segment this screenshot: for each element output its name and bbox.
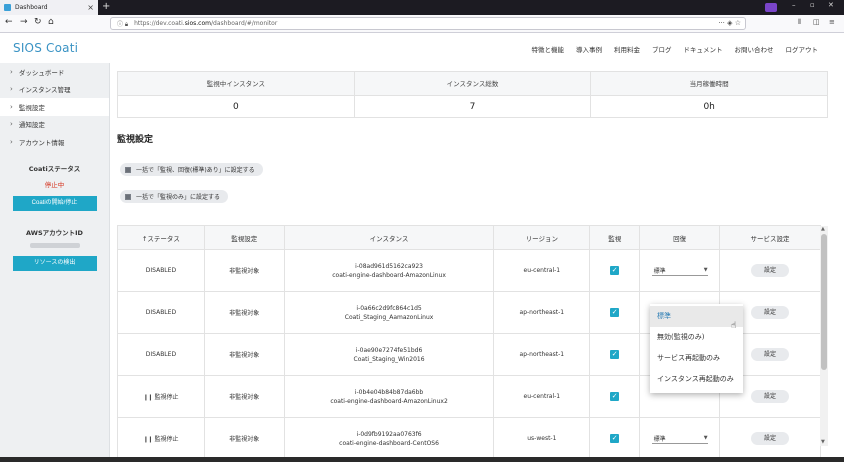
profile-icon[interactable] <box>765 3 777 12</box>
bulk-monitor-recover-button[interactable]: 一括で「監視、回復(標準)あり」に設定する <box>120 163 263 176</box>
library-icon[interactable]: ⫴ <box>798 18 801 27</box>
sidebar-item-dashboard[interactable]: › ダッシュボード <box>0 63 109 81</box>
nav-contact[interactable]: お問い合わせ <box>735 44 774 54</box>
col-instance: インスタンス <box>283 225 495 250</box>
sidebar-item-account[interactable]: › アカウント情報 <box>0 133 109 151</box>
total-count: 7 <box>469 102 476 112</box>
bulk-monitor-only-button[interactable]: 一括で「監視のみ」に設定する <box>120 190 229 203</box>
new-tab-icon[interactable]: + <box>102 1 110 12</box>
summary-panel: 監視中インスタンス 0 インスタンス総数 7 当月稼働時間 0h <box>117 71 828 118</box>
col-status[interactable]: ↑ステータス <box>117 225 205 250</box>
monitor-checkbox[interactable]: ✓ <box>610 350 620 359</box>
status-title: Coatiステータス <box>28 164 81 173</box>
reload-icon[interactable]: ↻ <box>34 17 42 27</box>
service-setting-button[interactable]: 設定 <box>751 390 790 403</box>
forward-icon[interactable]: → <box>20 17 28 27</box>
option-instance-restart[interactable]: インスタンス再起動のみ <box>650 369 743 390</box>
monitor-checkbox[interactable]: ✓ <box>610 266 620 275</box>
chevron-right-icon: › <box>10 102 13 111</box>
hours-value: 0h <box>703 102 715 112</box>
aws-account: AWSアカウントID リソースの検出 <box>0 227 109 271</box>
maximize-icon[interactable]: ▫ <box>810 1 815 9</box>
section-title: 監視設定 <box>117 135 154 145</box>
browser-tab-bar: Dashboard × + – ▫ ✕ <box>0 0 844 15</box>
pause-icon: ❙❙ <box>143 394 153 401</box>
option-service-restart[interactable]: サービス再起動のみ <box>650 348 743 369</box>
nav-blog[interactable]: ブログ <box>652 44 672 54</box>
sidebar: › ダッシュボード › インスタンス管理 › 監視設定 › 通知設定 › アカウント情報 … <box>0 63 110 457</box>
service-setting-button[interactable]: 設定 <box>751 432 790 445</box>
service-setting-button[interactable]: 設定 <box>751 348 790 361</box>
pause-icon: ❙❙ <box>143 436 153 443</box>
taskbar <box>0 457 844 462</box>
checkbox-icon <box>125 166 131 173</box>
sidebar-item-notifications[interactable]: › 通知設定 <box>0 116 109 134</box>
nav-logout[interactable]: ログアウト <box>786 44 819 54</box>
col-service: サービス設定 <box>719 225 821 250</box>
option-standard[interactable]: 標準 <box>650 306 743 327</box>
chevron-right-icon: › <box>10 85 13 94</box>
home-icon[interactable]: ⌂ <box>48 17 54 27</box>
monitor-checkbox[interactable]: ✓ <box>610 308 620 317</box>
logo[interactable]: SIOS Coati <box>13 41 78 55</box>
coati-status: Coatiステータス 停止中 Coatiの開始/停止 <box>0 163 109 211</box>
service-setting-button[interactable]: 設定 <box>751 264 790 277</box>
start-stop-button[interactable]: Coatiの開始/停止 <box>12 195 97 211</box>
tab-close-icon[interactable]: × <box>87 3 94 12</box>
recovery-select[interactable]: 標準 ▼ <box>651 433 708 444</box>
top-nav: 特徴と機能 導入事例 利用料金 ブログ ドキュメント お問い合わせ ログアウト <box>532 44 819 54</box>
menu-icon[interactable]: ≡ <box>829 18 835 26</box>
caret-down-icon: ▼ <box>703 267 708 273</box>
recovery-select[interactable]: 標準 ▼ <box>651 265 708 276</box>
summary-monitoring: 監視中インスタンス 0 <box>118 72 355 117</box>
table-row: ❙❙ 監視停止 非監視対象 i-0d9fb9192aa0763f6 coati-en… <box>117 417 821 457</box>
nav-docs[interactable]: ドキュメント <box>684 44 723 54</box>
browser-nav-bar: ← → ↻ ⌂ ⓘ 🔒︎ https://dev.coati.sios.com/… <box>0 15 844 33</box>
col-monitor: 監視 <box>589 225 641 250</box>
window-close-icon[interactable]: ✕ <box>828 1 834 9</box>
main-content: 監視中インスタンス 0 インスタンス総数 7 当月稼働時間 0h 監視設定 一括… <box>111 63 844 457</box>
detect-resources-button[interactable]: リソースの検出 <box>12 255 97 271</box>
sidebar-item-monitoring[interactable]: › 監視設定 <box>0 98 109 116</box>
account-title: AWSアカウントID <box>26 228 83 237</box>
hand-cursor-icon: ☝ <box>731 321 737 331</box>
sidebar-toggle-icon[interactable]: ◫ <box>813 18 820 26</box>
monitor-checkbox[interactable]: ✓ <box>610 392 620 401</box>
col-setting: 監視設定 <box>203 225 285 250</box>
table-row: DISABLED 非監視対象 i-08ad961d5162ca923 coati-… <box>117 249 821 292</box>
option-disabled[interactable]: 無効(監視のみ) <box>650 327 743 348</box>
app-header: SIOS Coati 特徴と機能 導入事例 利用料金 ブログ ドキュメント お問… <box>0 33 844 63</box>
summary-hours: 当月稼働時間 0h <box>591 72 828 117</box>
summary-total: インスタンス総数 7 <box>354 72 592 117</box>
status-value: 停止中 <box>44 180 65 189</box>
monitoring-count: 0 <box>232 102 239 112</box>
minimize-icon[interactable]: – <box>792 1 796 9</box>
scroll-down-icon[interactable]: ▼ <box>821 439 825 445</box>
favicon-icon <box>4 4 11 11</box>
tab-title: Dashboard <box>15 4 48 11</box>
nav-case-studies[interactable]: 導入事例 <box>576 44 602 54</box>
browser-tab[interactable]: Dashboard × <box>0 0 98 15</box>
nav-pricing[interactable]: 利用料金 <box>614 44 640 54</box>
col-recovery: 回復 <box>639 225 721 250</box>
url-text: https://dev.coati.sios.com/dashboard/#/m… <box>134 20 278 27</box>
caret-down-icon: ▼ <box>703 435 708 441</box>
url-bar[interactable]: ⓘ 🔒︎ https://dev.coati.sios.com/dashboar… <box>110 17 746 30</box>
chevron-right-icon: › <box>10 137 13 146</box>
col-region: リージョン <box>493 225 591 250</box>
account-id-redacted <box>29 242 80 248</box>
back-icon[interactable]: ← <box>5 17 13 27</box>
nav-features[interactable]: 特徴と機能 <box>532 44 565 54</box>
chevron-right-icon: › <box>10 120 13 129</box>
page-actions-icon[interactable]: ··· ◈ ☆ <box>718 19 741 27</box>
scroll-up-icon[interactable]: ▲ <box>821 226 825 232</box>
checkbox-icon <box>125 193 131 200</box>
monitor-checkbox[interactable]: ✓ <box>610 434 620 443</box>
chevron-right-icon: › <box>10 67 13 76</box>
scrollbar-thumb[interactable] <box>821 234 827 370</box>
sidebar-item-instances[interactable]: › インスタンス管理 <box>0 81 109 99</box>
recovery-dropdown-menu: 標準 無効(監視のみ) サービス再起動のみ インスタンス再起動のみ <box>650 304 743 393</box>
lock-icon: ⓘ 🔒︎ <box>117 20 129 28</box>
service-setting-button[interactable]: 設定 <box>751 306 790 319</box>
